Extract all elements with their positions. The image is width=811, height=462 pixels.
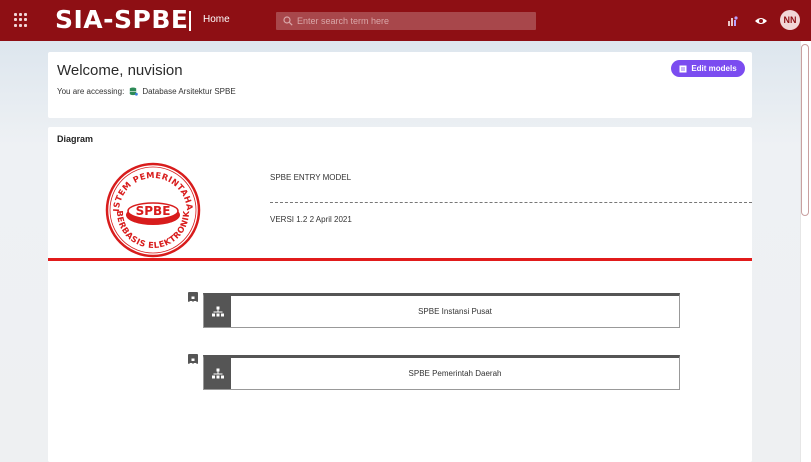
apps-grid-icon[interactable] [14, 13, 28, 27]
submodel-label: SPBE Instansi Pusat [418, 307, 492, 316]
diagram-card: Diagram SISTEM PEMERINTAHAN BERBASIS ELE… [48, 127, 752, 462]
search-input[interactable] [297, 16, 527, 26]
home-link[interactable]: Home [203, 14, 230, 25]
edit-models-button[interactable]: Edit models [671, 60, 745, 77]
welcome-card: Welcome, nuvision You are accessing: Dat… [48, 52, 752, 118]
scrollbar-thumb[interactable] [801, 44, 809, 216]
hierarchy-icon[interactable] [188, 292, 198, 304]
edit-icon [679, 65, 687, 72]
dotted-divider [270, 202, 752, 203]
submodel-pemerintah-daerah[interactable]: SPBE Pemerintah Daerah [203, 355, 680, 390]
accessing-label: You are accessing: [57, 87, 125, 96]
top-navigation-bar: SIA-SPBE Home NN [0, 0, 811, 41]
entry-model-title: SPBE ENTRY MODEL [270, 173, 352, 182]
welcome-title: Welcome, nuvision [57, 62, 183, 79]
submodel-instansi-pusat[interactable]: SPBE Instansi Pusat [203, 293, 680, 328]
diagram-title: Diagram [57, 134, 94, 144]
version-text: VERSI 1.2 2 April 2021 [270, 215, 352, 224]
search-box[interactable] [276, 12, 536, 30]
submodel-label: SPBE Pemerintah Daerah [408, 369, 502, 378]
hierarchy-icon [204, 358, 231, 389]
user-avatar[interactable]: NN [780, 10, 800, 30]
eye-icon[interactable] [754, 14, 768, 28]
spbe-logo: SISTEM PEMERINTAHAN BERBASIS ELEKTRONIK … [105, 162, 201, 258]
accessing-info: You are accessing: Database Arsitektur S… [57, 87, 236, 96]
database-icon [130, 87, 139, 96]
analytics-icon[interactable] [726, 14, 740, 28]
hierarchy-icon [204, 296, 231, 327]
hierarchy-icon[interactable] [188, 354, 198, 366]
logo-text-center: SPBE [136, 204, 171, 218]
app-logo-text[interactable]: SIA-SPBE [55, 5, 189, 35]
search-icon [283, 16, 293, 26]
database-name: Database Arsitektur SPBE [142, 87, 236, 96]
brand-divider [189, 11, 191, 31]
edit-models-label: Edit models [691, 64, 737, 73]
red-divider-line [48, 258, 752, 261]
